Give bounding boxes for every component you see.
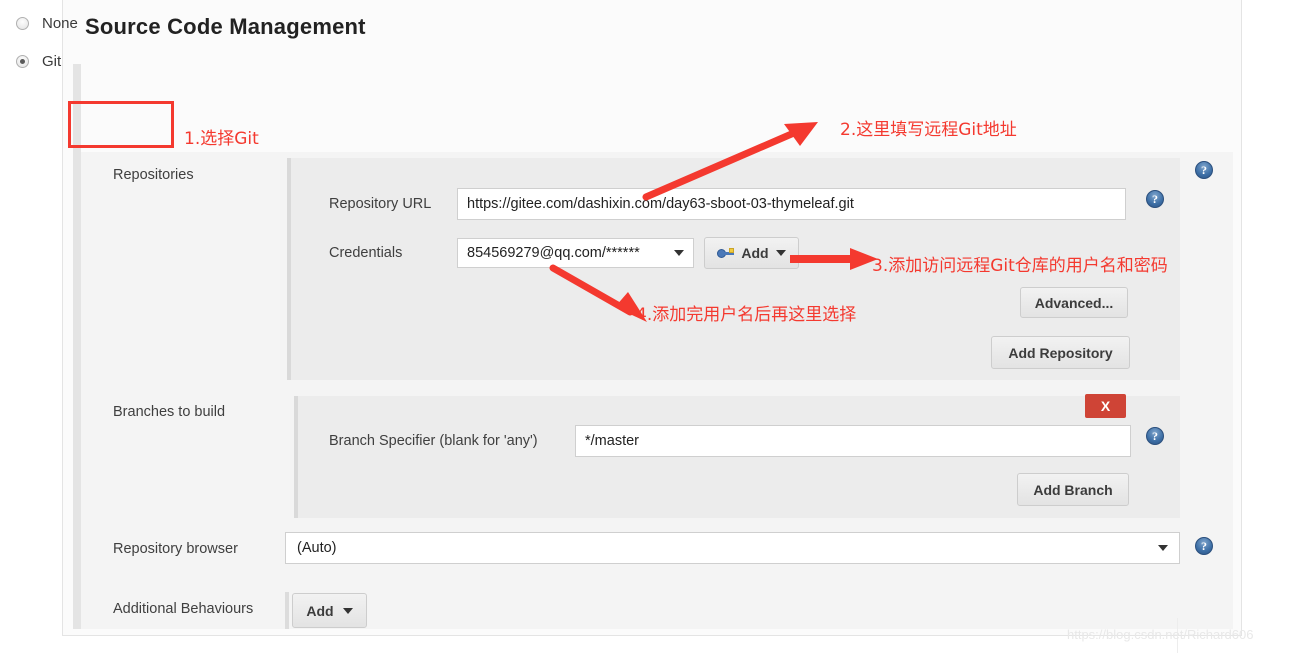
chevron-down-icon	[775, 250, 786, 256]
credentials-label: Credentials	[329, 245, 403, 261]
scm-radio-none[interactable]: None	[16, 10, 78, 36]
section-left-bar	[73, 64, 81, 629]
scm-radio-git-label: Git	[42, 52, 62, 70]
help-icon-repository-url[interactable]: ?	[1146, 190, 1164, 208]
repository-browser-select[interactable]: (Auto)	[285, 532, 1180, 564]
watermark-text: https://blog.csdn.net/Richard606	[1067, 627, 1254, 642]
repository-browser-selected-value: (Auto)	[297, 540, 337, 556]
additional-behaviours-add-button[interactable]: Add	[292, 593, 367, 628]
credentials-select[interactable]: 854569279@qq.com/******	[457, 238, 694, 268]
help-icon-repositories[interactable]: ?	[1195, 161, 1213, 179]
annotation-4-select-credentials: 4.添加完用户名后再这里选择	[636, 305, 857, 325]
add-branch-button[interactable]: Add Branch	[1017, 473, 1129, 506]
additional-behaviours-bar	[285, 592, 289, 629]
add-credentials-label: Add	[741, 245, 769, 261]
credentials-selected-value: 854569279@qq.com/******	[467, 245, 640, 261]
add-credentials-button[interactable]: Add	[704, 237, 799, 269]
repository-url-label: Repository URL	[329, 196, 432, 212]
branches-to-build-label: Branches to build	[113, 404, 226, 420]
advanced-button[interactable]: Advanced...	[1020, 287, 1128, 318]
chevron-down-icon	[342, 607, 353, 614]
repository-url-input[interactable]: https://gitee.com/dashixin.com/day63-sbo…	[457, 188, 1126, 220]
help-icon-repository-browser[interactable]: ?	[1195, 537, 1213, 555]
annotation-3-add-credentials: 3.添加访问远程Git仓库的用户名和密码	[872, 256, 1168, 276]
branch-specifier-label: Branch Specifier (blank for 'any')	[329, 433, 538, 449]
chevron-down-icon	[674, 250, 684, 256]
chevron-down-icon	[1158, 545, 1168, 551]
key-icon	[717, 247, 735, 259]
additional-behaviours-label: Additional Behaviours	[113, 601, 254, 617]
annotation-2-enter-git-url: 2.这里填写远程Git地址	[840, 120, 1017, 140]
radio-none-indicator[interactable]	[16, 16, 29, 30]
scm-radio-none-label: None	[42, 14, 78, 32]
additional-add-label: Add	[306, 602, 334, 619]
scm-radio-git[interactable]: Git	[16, 48, 61, 74]
repositories-label: Repositories	[113, 167, 194, 183]
repository-browser-label: Repository browser	[113, 541, 238, 557]
help-icon-branch-specifier[interactable]: ?	[1146, 427, 1164, 445]
radio-git-indicator[interactable]	[16, 54, 29, 68]
delete-branch-button[interactable]: X	[1085, 394, 1126, 418]
branch-specifier-input[interactable]: */master	[575, 425, 1131, 457]
annotation-1-select-git: 1.选择Git	[184, 129, 259, 149]
add-repository-button[interactable]: Add Repository	[991, 336, 1130, 369]
page-title: Source Code Management	[85, 14, 366, 39]
